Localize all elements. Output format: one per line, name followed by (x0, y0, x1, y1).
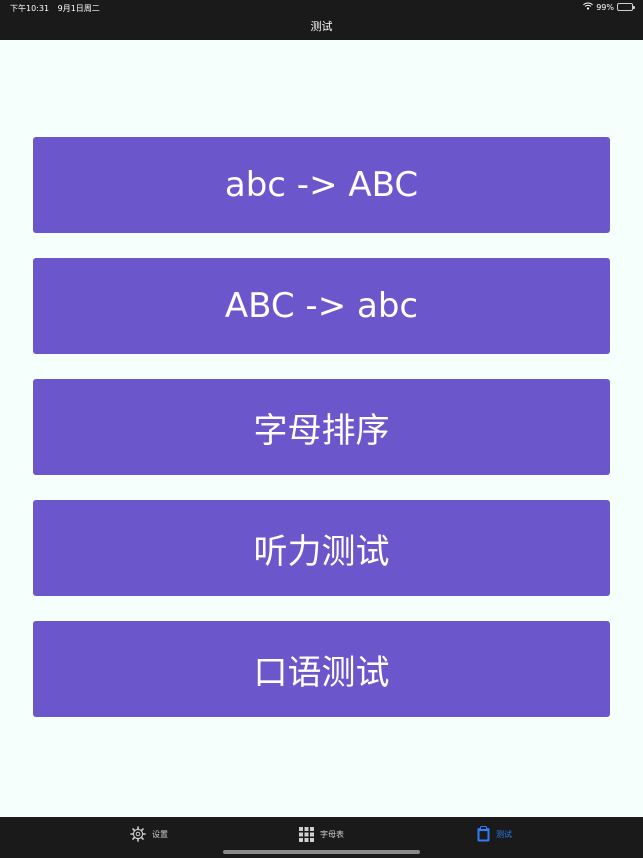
tab-settings-label: 设置 (152, 829, 168, 839)
home-indicator[interactable] (223, 850, 420, 854)
status-left: 下午10:31 9月1日周二 (10, 3, 106, 14)
status-bar: 下午10:31 9月1日周二 99% (0, 0, 643, 16)
lower-to-upper-button[interactable]: abc -> ABC (33, 137, 610, 233)
tab-test[interactable]: 测试 (477, 825, 512, 843)
battery-icon (617, 3, 635, 11)
tab-test-label: 测试 (496, 829, 512, 839)
test-menu: abc -> ABC ABC -> abc 字母排序 听力测试 口语测试 (0, 40, 643, 817)
page-title: 测试 (310, 20, 333, 33)
upper-to-lower-button[interactable]: ABC -> abc (33, 258, 610, 354)
clipboard-icon (477, 826, 490, 842)
grid-icon (299, 826, 314, 842)
battery-percent: 99% (596, 2, 614, 12)
letter-sort-button[interactable]: 字母排序 (33, 379, 610, 475)
tab-settings[interactable]: 设置 (130, 825, 168, 843)
listening-test-button[interactable]: 听力测试 (33, 500, 610, 596)
wifi-icon (583, 2, 594, 12)
tab-bar: 设置 字母表 测试 (0, 817, 643, 858)
status-time: 下午10:31 (10, 4, 50, 13)
speaking-test-button[interactable]: 口语测试 (33, 621, 610, 717)
status-right: 99% (583, 2, 635, 12)
navigation-bar: 测试 (0, 16, 643, 40)
status-date: 9月1日周二 (57, 4, 100, 13)
tab-alphabet-label: 字母表 (320, 829, 344, 839)
tab-alphabet[interactable]: 字母表 (299, 825, 344, 843)
gear-icon (130, 826, 146, 842)
